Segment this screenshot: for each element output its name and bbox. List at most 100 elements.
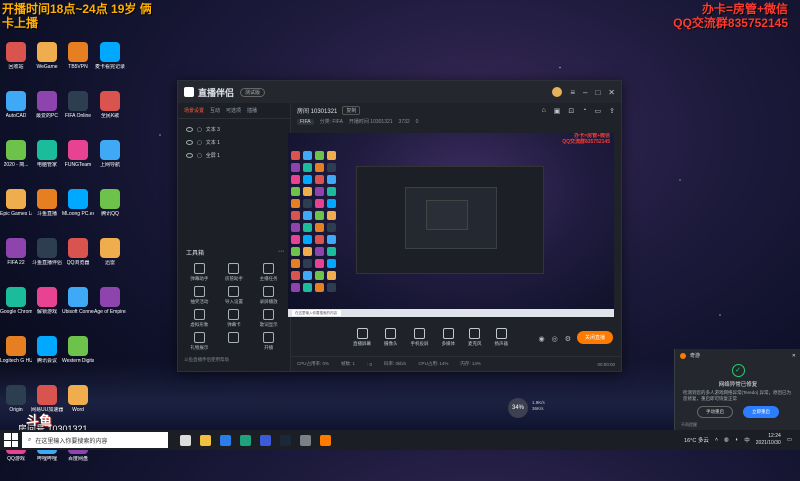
desktop-icon[interactable]: 最爱的PC: [31, 89, 63, 138]
desktop-icon[interactable]: 斗鱼直播伴侣: [31, 236, 63, 285]
app-icon[interactable]: [300, 434, 311, 446]
start-button[interactable]: [4, 433, 18, 447]
scene-tab[interactable]: 插播: [247, 107, 257, 114]
toolbox-item[interactable]: 主播任务: [251, 263, 286, 282]
settings-icon[interactable]: ⚙: [565, 335, 571, 343]
scene-item[interactable]: ▢ 文本 3: [178, 123, 290, 136]
scene-tab[interactable]: 可选项: [226, 107, 241, 114]
copy-room-button[interactable]: 复制: [342, 106, 361, 115]
desktop-icon[interactable]: FIFA 22: [0, 236, 32, 285]
desktop-icon[interactable]: Ubisoft Connect: [62, 285, 94, 334]
lock-icon[interactable]: ▢: [197, 127, 202, 133]
toolbox-item[interactable]: 礼物展示: [182, 332, 217, 351]
desktop-icon[interactable]: 斗鱼直播: [31, 187, 63, 236]
close-icon[interactable]: ✕: [608, 88, 615, 97]
toolbox-item[interactable]: 抽奖活动: [182, 286, 217, 305]
notification-close-icon[interactable]: ✕: [792, 353, 796, 359]
toolbox-item[interactable]: 歌词显示: [251, 309, 286, 328]
scene-item[interactable]: ▢ 文本 1: [178, 136, 290, 149]
source-control[interactable]: 摄像头: [384, 327, 398, 347]
desktop-icon[interactable]: 腾讯会议: [31, 334, 63, 383]
visibility-icon[interactable]: [186, 153, 193, 158]
toolbox-item[interactable]: 弹幕助手: [182, 263, 217, 282]
eye-icon[interactable]: ◎: [552, 335, 558, 343]
network-monitor-widget[interactable]: 34%: [508, 398, 528, 418]
camera-toggle-icon[interactable]: ◉: [539, 335, 545, 343]
desktop-icon[interactable]: TB5VPN: [62, 40, 94, 89]
mail-icon[interactable]: [220, 434, 231, 446]
version-pill[interactable]: 测试版: [240, 87, 266, 97]
desktop-icon[interactable]: FIFA Online: [62, 89, 94, 138]
desktop-icon[interactable]: Age of Empires IV: [94, 285, 126, 334]
source-control[interactable]: 直播屏幕: [353, 327, 371, 347]
desktop-icon[interactable]: 麦卡看完记录: [94, 40, 126, 89]
network-icon[interactable]: ◍: [724, 437, 729, 443]
help-note[interactable]: 斗鱼直播伴侣使用帮助: [184, 357, 229, 363]
scene-item[interactable]: ▢ 全屏 1: [178, 149, 290, 162]
desktop-icon[interactable]: 2020 - 简...: [0, 138, 32, 187]
gift-icon[interactable]: ⌂: [542, 107, 546, 115]
lock-icon[interactable]: ▢: [197, 153, 202, 159]
menu-icon[interactable]: ≡: [570, 88, 575, 97]
scene-tab[interactable]: 场景设置: [184, 107, 204, 114]
scene-tab[interactable]: 互动: [210, 107, 220, 114]
source-control[interactable]: 麦克风: [468, 327, 482, 347]
toolbox-item[interactable]: 弹幕卡: [217, 309, 252, 328]
desktop-icon[interactable]: Epic Games Launcher: [0, 187, 32, 236]
minimize-icon[interactable]: –: [583, 88, 587, 97]
source-control[interactable]: 多媒体: [442, 327, 455, 347]
file-explorer-icon[interactable]: [200, 434, 211, 446]
desktop-icon[interactable]: WeGame: [31, 40, 63, 89]
visibility-icon[interactable]: [186, 140, 193, 145]
desktop-icon[interactable]: 全民K歌: [94, 89, 126, 138]
user-avatar[interactable]: [552, 87, 563, 97]
notification-center-icon[interactable]: ▭: [787, 437, 792, 443]
toolbox-item[interactable]: 虚拟形象: [182, 309, 217, 328]
taskbar-search[interactable]: ⌕ 在这里输入你要搜索的内容: [22, 432, 168, 448]
weather[interactable]: 16°C 多云: [684, 436, 709, 444]
edge-icon[interactable]: [240, 434, 251, 446]
visibility-icon[interactable]: [186, 127, 193, 132]
restart-now-button[interactable]: 立即重启: [743, 406, 779, 418]
go-live-button[interactable]: 关闭直播: [577, 331, 613, 344]
toolbox-item[interactable]: 录屏播放: [251, 286, 286, 305]
live-companion-taskbar-icon[interactable]: [320, 434, 331, 446]
toolbox-settings-icon[interactable]: ⋯: [278, 248, 284, 257]
desktop-icon[interactable]: 迅雷: [94, 236, 126, 285]
source-control[interactable]: 手机投屏: [411, 327, 429, 347]
tray-arrow-icon[interactable]: ˄: [715, 437, 718, 443]
input-language[interactable]: 中: [744, 436, 750, 444]
desktop-icon[interactable]: MLoong PC.exe: [62, 187, 94, 236]
shop-icon[interactable]: ▣: [554, 107, 561, 115]
store-icon[interactable]: [260, 434, 271, 446]
lock-icon[interactable]: ▢: [197, 140, 202, 146]
desktop-icon[interactable]: FUNGTeam: [62, 138, 94, 187]
share-icon[interactable]: ⇪: [609, 107, 615, 115]
desktop-icon[interactable]: 电脑管家: [31, 138, 63, 187]
desktop-icon[interactable]: Logitech G HUB: [0, 334, 32, 383]
stream-preview[interactable]: 办卡=房管+微信 QQ交流群835752145 在这里输入你要搜索的内容: [288, 133, 614, 317]
clock[interactable]: 12:24 2021/10/30: [756, 433, 781, 447]
desktop-icon[interactable]: QQ浏览器: [62, 236, 94, 285]
source-control[interactable]: 扬声器: [495, 327, 508, 347]
steam-icon[interactable]: [280, 434, 291, 446]
desktop-icon[interactable]: Google Chrome: [0, 285, 32, 334]
manual-restart-button[interactable]: 手动重启: [697, 406, 733, 418]
lock-icon[interactable]: ⊡: [568, 107, 574, 115]
desktop-icon[interactable]: 回收站: [0, 40, 32, 89]
category-tag[interactable]: FIFA: [297, 118, 314, 125]
bell-icon[interactable]: ◔: [582, 107, 586, 115]
message-icon[interactable]: ▭: [595, 107, 602, 115]
dont-remind-checkbox[interactable]: 不再提醒: [675, 418, 800, 428]
desktop-icon[interactable]: 解锁游戏: [31, 285, 63, 334]
toolbox-item[interactable]: 开播: [251, 332, 286, 351]
task-view-icon[interactable]: [180, 434, 191, 446]
desktop-icon[interactable]: 上网导航: [94, 138, 126, 187]
toolbox-item[interactable]: [217, 332, 252, 351]
toolbox-item[interactable]: 房管助手: [217, 263, 252, 282]
desktop-icon[interactable]: Western Digital SS...: [62, 334, 94, 383]
desktop-icon[interactable]: AutoCAD: [0, 89, 32, 138]
volume-icon[interactable]: ◖: [735, 437, 738, 443]
toolbox-item[interactable]: 导入设置: [217, 286, 252, 305]
maximize-icon[interactable]: □: [595, 88, 600, 97]
